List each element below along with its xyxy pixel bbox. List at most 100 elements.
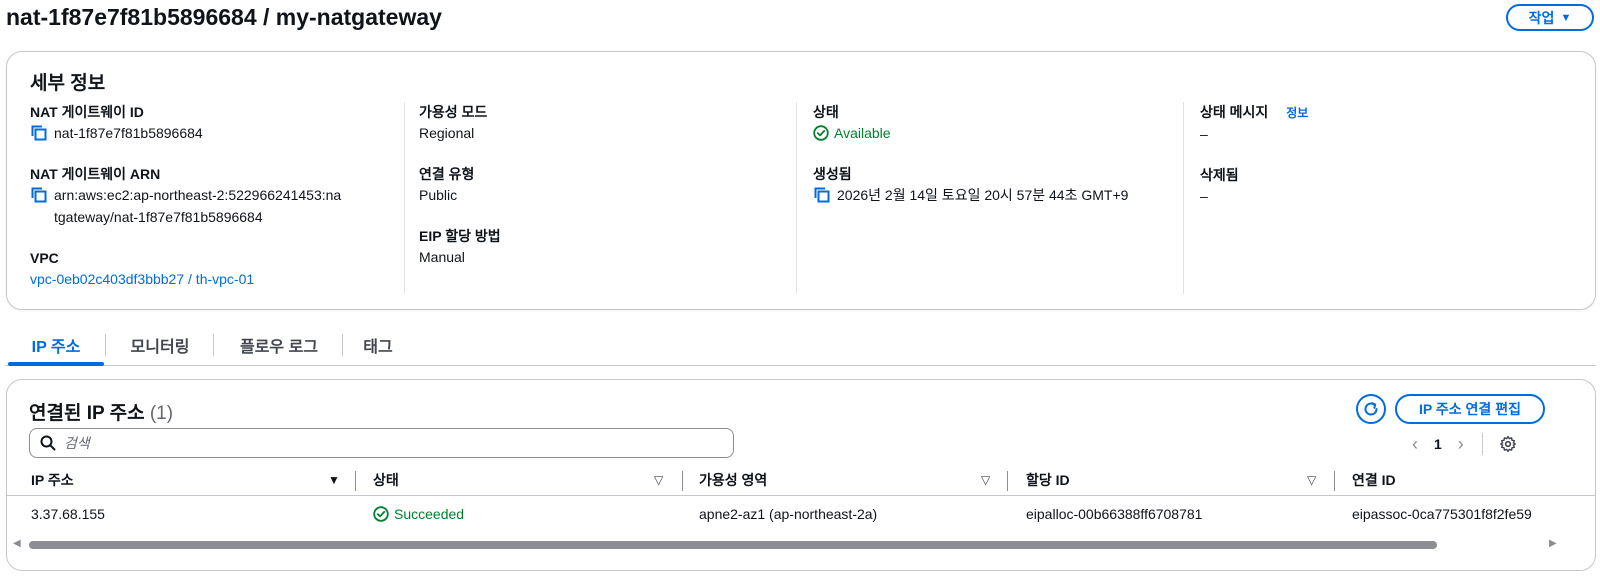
- edit-ip-associations-button[interactable]: IP 주소 연결 편집: [1395, 394, 1545, 424]
- state-message-field: 상태 메시지 정보 –: [1200, 102, 1573, 145]
- tab-divider: [342, 334, 343, 356]
- table-header: IP 주소 ▼ 상태 ▽ 가용성 영역 ▽ 할당 ID ▽ 연결 ID: [7, 464, 1595, 496]
- column-header-status[interactable]: 상태: [373, 464, 399, 495]
- state-value: Available: [834, 125, 891, 141]
- search-icon: [40, 435, 56, 451]
- details-column-2: 가용성 모드 Regional 연결 유형 Public EIP 할당 방법 M…: [404, 102, 779, 294]
- vpc-link[interactable]: vpc-0eb02c403df3bbb27 / th-vpc-01: [30, 268, 405, 290]
- cell-status-text: Succeeded: [394, 506, 465, 522]
- tab-tags[interactable]: 태그: [352, 326, 404, 364]
- state-status: Available: [813, 122, 1184, 144]
- column-divider[interactable]: [355, 471, 356, 491]
- actions-button[interactable]: 작업 ▼: [1506, 4, 1594, 31]
- cell-allocation-id: eipalloc-00b66388ff6708781: [1026, 506, 1203, 522]
- deleted-value: –: [1200, 188, 1208, 204]
- column-divider[interactable]: [1007, 471, 1008, 491]
- connectivity-field: 연결 유형 Public: [419, 164, 779, 206]
- connectivity-value: Public: [419, 187, 458, 203]
- gear-icon[interactable]: [1499, 435, 1517, 453]
- deleted-label: 삭제됨: [1200, 167, 1239, 183]
- nat-arn-value-line2: tgateway/nat-1f87e7f81b5896684: [54, 209, 263, 225]
- search-field[interactable]: [29, 428, 734, 458]
- caret-down-icon: ▼: [1560, 11, 1572, 24]
- details-column-1: NAT 게이트웨이 ID nat-1f87e7f81b5896684 NAT 게…: [30, 102, 405, 294]
- pagination: ‹ 1 ›: [1412, 430, 1517, 458]
- vpc-label: VPC: [30, 250, 59, 266]
- details-title: 세부 정보: [30, 73, 106, 94]
- availability-mode-label: 가용성 모드: [419, 104, 488, 120]
- search-input[interactable]: [64, 435, 704, 451]
- nat-id-value: nat-1f87e7f81b5896684: [54, 125, 203, 141]
- details-panel: 세부 정보 NAT 게이트웨이 ID nat-1f87e7f81b5896684…: [6, 51, 1596, 310]
- eip-method-value: Manual: [419, 249, 465, 265]
- nat-id-value-row: nat-1f87e7f81b5896684: [30, 122, 405, 144]
- column-header-ip[interactable]: IP 주소: [31, 464, 74, 495]
- refresh-icon: [1364, 402, 1378, 416]
- cell-status: Succeeded: [373, 497, 464, 531]
- scroll-right-icon[interactable]: ▶: [1549, 538, 1557, 549]
- tab-monitoring[interactable]: 모니터링: [114, 326, 206, 364]
- ip-panel-count: (1): [149, 403, 174, 424]
- ip-panel-title: 연결된 IP 주소 (1): [29, 398, 173, 425]
- page-number[interactable]: 1: [1434, 436, 1442, 452]
- info-link[interactable]: 정보: [1286, 106, 1308, 120]
- column-header-association-id[interactable]: 연결 ID: [1352, 464, 1396, 495]
- column-divider[interactable]: [682, 471, 683, 491]
- eip-method-label: EIP 할당 방법: [419, 228, 501, 244]
- deleted-field: 삭제됨 –: [1200, 165, 1573, 207]
- nat-id-label: NAT 게이트웨이 ID: [30, 104, 144, 120]
- tab-divider: [213, 334, 214, 356]
- state-field: 상태 Available: [813, 102, 1184, 144]
- nat-arn-value-line1: arn:aws:ec2:ap-northeast-2:522966241453:…: [54, 187, 342, 203]
- state-label: 상태: [813, 104, 839, 120]
- nat-arn-value-row: arn:aws:ec2:ap-northeast-2:522966241453:…: [30, 184, 405, 228]
- state-message-value: –: [1200, 126, 1208, 142]
- details-column-4: 상태 메시지 정보 – 삭제됨 –: [1183, 102, 1573, 294]
- created-field: 생성됨 2026년 2월 14일 토요일 20시 57분 44초 GMT+9: [813, 164, 1184, 206]
- column-divider[interactable]: [1334, 471, 1335, 491]
- details-column-3: 상태 Available 생성됨 2026년 2월 14일 토요일 20시 57…: [796, 102, 1184, 294]
- nat-id-field: NAT 게이트웨이 ID nat-1f87e7f81b5896684: [30, 102, 405, 144]
- sort-down-icon[interactable]: ▼: [328, 464, 340, 495]
- created-value-row: 2026년 2월 14일 토요일 20시 57분 44초 GMT+9: [813, 184, 1184, 206]
- copy-icon[interactable]: [30, 124, 48, 142]
- vpc-field: VPC vpc-0eb02c403df3bbb27 / th-vpc-01: [30, 248, 405, 290]
- cell-association-id: eipassoc-0ca775301f8f2fe59: [1352, 506, 1532, 522]
- sort-down-icon[interactable]: ▽: [654, 464, 663, 495]
- page-header: nat-1f87e7f81b5896684 / my-natgateway 작업…: [0, 0, 1600, 36]
- column-header-allocation-id[interactable]: 할당 ID: [1026, 464, 1070, 495]
- state-message-label-row: 상태 메시지 정보: [1200, 102, 1573, 123]
- actions-button-label: 작업: [1528, 9, 1555, 26]
- scrollbar-thumb[interactable]: [29, 541, 1437, 549]
- cell-ip: 3.37.68.155: [31, 506, 105, 522]
- nat-arn-label: NAT 게이트웨이 ARN: [30, 166, 161, 182]
- connectivity-label: 연결 유형: [419, 166, 475, 182]
- check-circle-icon: [813, 125, 829, 141]
- chevron-right-icon[interactable]: ›: [1458, 434, 1464, 455]
- created-label: 생성됨: [813, 166, 852, 182]
- page-title: nat-1f87e7f81b5896684 / my-natgateway: [6, 4, 442, 30]
- horizontal-scrollbar[interactable]: ◀ ▶: [7, 537, 1595, 553]
- cell-az: apne2-az1 (ap-northeast-2a): [699, 506, 878, 522]
- copy-icon[interactable]: [813, 186, 831, 204]
- chevron-left-icon[interactable]: ‹: [1412, 434, 1418, 455]
- ip-panel-title-text: 연결된 IP 주소: [29, 403, 145, 424]
- check-circle-icon: [373, 506, 389, 522]
- table-row[interactable]: 3.37.68.155 Succeeded apne2-az1 (ap-nort…: [7, 497, 1595, 531]
- scroll-left-icon[interactable]: ◀: [13, 538, 21, 549]
- refresh-button[interactable]: [1356, 394, 1386, 424]
- sort-down-icon[interactable]: ▽: [981, 464, 990, 495]
- eip-method-field: EIP 할당 방법 Manual: [419, 226, 779, 268]
- column-header-az[interactable]: 가용성 영역: [699, 464, 767, 495]
- created-value: 2026년 2월 14일 토요일 20시 57분 44초 GMT+9: [837, 187, 1129, 203]
- copy-icon[interactable]: [30, 186, 48, 204]
- availability-mode-field: 가용성 모드 Regional: [419, 102, 779, 144]
- associated-ip-panel: 연결된 IP 주소 (1) IP 주소 연결 편집 ‹ 1 › IP 주소 ▼ …: [6, 379, 1596, 571]
- tab-divider: [105, 334, 106, 356]
- sort-down-icon[interactable]: ▽: [1307, 464, 1316, 495]
- tab-ip-addresses[interactable]: IP 주소: [8, 326, 104, 366]
- tab-flow-logs[interactable]: 플로우 로그: [222, 326, 336, 364]
- state-message-label: 상태 메시지: [1200, 104, 1269, 120]
- pager-divider: [1481, 433, 1483, 455]
- nat-arn-field: NAT 게이트웨이 ARN arn:aws:ec2:ap-northeast-2…: [30, 164, 405, 228]
